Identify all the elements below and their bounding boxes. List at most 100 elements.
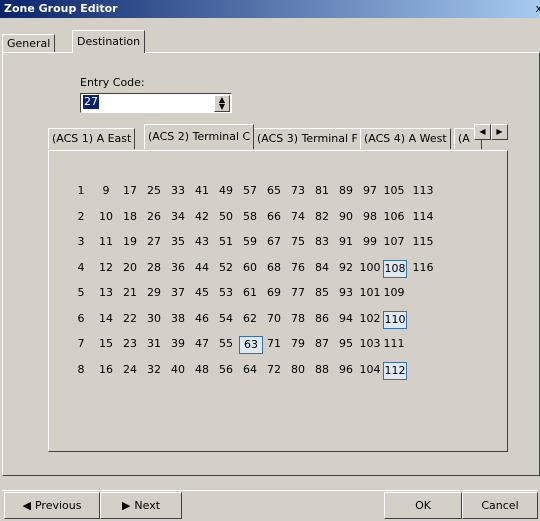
zone-cell[interactable]: 38 xyxy=(166,310,190,328)
zone-cell[interactable]: 30 xyxy=(142,310,166,328)
zone-cell[interactable]: 81 xyxy=(310,182,334,200)
zone-cell[interactable]: 85 xyxy=(310,284,334,302)
zone-cell[interactable]: 82 xyxy=(310,208,334,226)
zone-cell[interactable]: 2 xyxy=(69,208,93,226)
zone-cell[interactable]: 69 xyxy=(262,284,286,302)
entry-code-field[interactable]: 27 ▲ ▼ xyxy=(80,93,232,113)
zone-cell[interactable]: 70 xyxy=(262,310,286,328)
zone-cell[interactable]: 33 xyxy=(166,182,190,200)
zone-cell[interactable]: 96 xyxy=(334,361,358,379)
zone-cell[interactable]: 32 xyxy=(142,361,166,379)
tab-general[interactable]: General xyxy=(2,34,56,53)
zone-cell[interactable]: 8 xyxy=(69,361,93,379)
zone-cell[interactable]: 106 xyxy=(382,208,406,226)
zone-cell[interactable]: 10 xyxy=(94,208,118,226)
zone-cell[interactable]: 94 xyxy=(334,310,358,328)
zone-cell[interactable]: 72 xyxy=(262,361,286,379)
zone-cell[interactable]: 44 xyxy=(190,259,214,277)
zone-cell[interactable]: 53 xyxy=(214,284,238,302)
zone-cell[interactable]: 4 xyxy=(69,259,93,277)
zone-cell[interactable]: 111 xyxy=(382,335,406,353)
zone-cell[interactable]: 42 xyxy=(190,208,214,226)
zone-cell[interactable]: 108 xyxy=(383,259,407,278)
ok-button[interactable]: OK xyxy=(384,492,462,519)
zone-cell[interactable]: 109 xyxy=(382,284,406,302)
zone-cell[interactable]: 52 xyxy=(214,259,238,277)
zone-cell[interactable]: 78 xyxy=(286,310,310,328)
zone-cell[interactable]: 95 xyxy=(334,335,358,353)
zone-cell[interactable]: 79 xyxy=(286,335,310,353)
zone-cell[interactable]: 68 xyxy=(262,259,286,277)
zone-cell[interactable]: 1 xyxy=(69,182,93,200)
zone-cell[interactable]: 23 xyxy=(118,335,142,353)
arrow-right-icon[interactable]: ▶ xyxy=(491,124,508,140)
zone-cell[interactable]: 41 xyxy=(190,182,214,200)
zone-cell[interactable]: 103 xyxy=(358,335,382,353)
arrow-left-icon[interactable]: ◀ xyxy=(474,124,491,140)
zone-cell[interactable]: 12 xyxy=(94,259,118,277)
tab-acs-4[interactable]: (ACS 4) A West xyxy=(360,128,451,149)
spinner-icon[interactable]: ▲ ▼ xyxy=(214,95,230,112)
zone-cell[interactable]: 61 xyxy=(238,284,262,302)
zone-cell[interactable]: 116 xyxy=(411,259,435,277)
zone-cell[interactable]: 77 xyxy=(286,284,310,302)
next-button[interactable]: ▶ Next xyxy=(100,492,182,519)
zone-cell[interactable]: 20 xyxy=(118,259,142,277)
zone-cell[interactable]: 93 xyxy=(334,284,358,302)
zone-cell[interactable]: 37 xyxy=(166,284,190,302)
zone-cell[interactable]: 99 xyxy=(358,233,382,251)
zone-cell[interactable]: 26 xyxy=(142,208,166,226)
zone-cell[interactable]: 102 xyxy=(358,310,382,328)
cancel-button[interactable]: Cancel xyxy=(462,492,538,519)
zone-cell[interactable]: 29 xyxy=(142,284,166,302)
zone-cell[interactable]: 80 xyxy=(286,361,310,379)
zone-cell[interactable]: 74 xyxy=(286,208,310,226)
zone-cell[interactable]: 21 xyxy=(118,284,142,302)
zone-cell[interactable]: 40 xyxy=(166,361,190,379)
zone-cell[interactable]: 97 xyxy=(358,182,382,200)
zone-cell[interactable]: 15 xyxy=(94,335,118,353)
zone-cell[interactable]: 101 xyxy=(358,284,382,302)
zone-cell[interactable]: 51 xyxy=(214,233,238,251)
zone-cell[interactable]: 86 xyxy=(310,310,334,328)
zone-cell[interactable]: 98 xyxy=(358,208,382,226)
zone-cell[interactable]: 11 xyxy=(94,233,118,251)
zone-cell[interactable]: 14 xyxy=(94,310,118,328)
zone-cell[interactable]: 7 xyxy=(69,335,93,353)
zone-cell[interactable]: 107 xyxy=(382,233,406,251)
zone-cell[interactable]: 13 xyxy=(94,284,118,302)
zone-cell[interactable]: 48 xyxy=(190,361,214,379)
zone-cell[interactable]: 57 xyxy=(238,182,262,200)
zone-cell[interactable]: 50 xyxy=(214,208,238,226)
zone-cell[interactable]: 27 xyxy=(142,233,166,251)
tab-acs-3[interactable]: (ACS 3) Terminal F xyxy=(253,128,362,149)
zone-cell[interactable]: 3 xyxy=(69,233,93,251)
zone-cell[interactable]: 58 xyxy=(238,208,262,226)
zone-cell[interactable]: 43 xyxy=(190,233,214,251)
zone-cell[interactable]: 31 xyxy=(142,335,166,353)
zone-cell[interactable]: 112 xyxy=(383,361,407,380)
zone-cell[interactable]: 22 xyxy=(118,310,142,328)
zone-cell[interactable]: 6 xyxy=(69,310,93,328)
tab-destination[interactable]: Destination xyxy=(72,30,146,53)
zone-cell[interactable]: 54 xyxy=(214,310,238,328)
zone-cell[interactable]: 62 xyxy=(238,310,262,328)
zone-cell[interactable]: 92 xyxy=(334,259,358,277)
zone-cell[interactable]: 9 xyxy=(94,182,118,200)
tab-acs-2[interactable]: (ACS 2) Terminal C xyxy=(144,124,255,149)
zone-cell[interactable]: 113 xyxy=(411,182,435,200)
zone-cell[interactable]: 64 xyxy=(238,361,262,379)
tab-acs-1[interactable]: (ACS 1) A East xyxy=(48,128,136,149)
zone-cell[interactable]: 39 xyxy=(166,335,190,353)
zone-cell[interactable]: 59 xyxy=(238,233,262,251)
zone-cell[interactable]: 83 xyxy=(310,233,334,251)
previous-button[interactable]: ◀ Previous xyxy=(4,492,100,519)
zone-cell[interactable]: 76 xyxy=(286,259,310,277)
zone-cell[interactable]: 66 xyxy=(262,208,286,226)
zone-cell[interactable]: 5 xyxy=(69,284,93,302)
zone-cell[interactable]: 60 xyxy=(238,259,262,277)
zone-cell[interactable]: 104 xyxy=(358,361,382,379)
zone-cell[interactable]: 75 xyxy=(286,233,310,251)
zone-cell[interactable]: 89 xyxy=(334,182,358,200)
zone-cell[interactable]: 114 xyxy=(411,208,435,226)
